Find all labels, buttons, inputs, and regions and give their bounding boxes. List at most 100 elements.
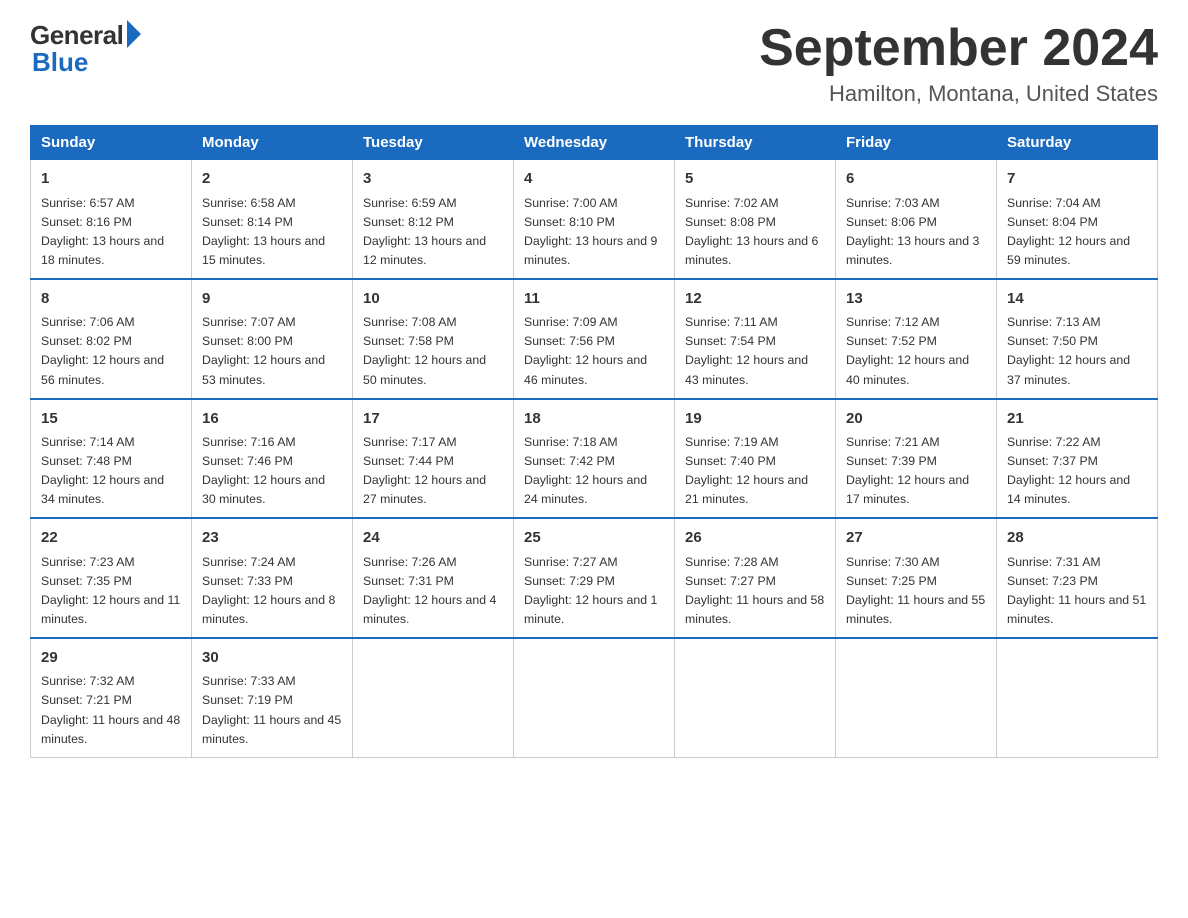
day-number: 10 bbox=[363, 288, 503, 311]
day-number: 6 bbox=[846, 168, 986, 191]
day-cell: 26 Sunrise: 7:28 AMSunset: 7:27 PMDaylig… bbox=[675, 518, 836, 638]
day-number: 17 bbox=[363, 408, 503, 431]
day-info: Sunrise: 7:08 AMSunset: 7:58 PMDaylight:… bbox=[363, 315, 486, 386]
day-info: Sunrise: 6:57 AMSunset: 8:16 PMDaylight:… bbox=[41, 196, 164, 267]
day-cell: 13 Sunrise: 7:12 AMSunset: 7:52 PMDaylig… bbox=[836, 279, 997, 399]
header-thursday: Thursday bbox=[675, 126, 836, 160]
day-cell: 3 Sunrise: 6:59 AMSunset: 8:12 PMDayligh… bbox=[353, 160, 514, 279]
day-number: 4 bbox=[524, 168, 664, 191]
day-cell: 12 Sunrise: 7:11 AMSunset: 7:54 PMDaylig… bbox=[675, 279, 836, 399]
day-cell: 2 Sunrise: 6:58 AMSunset: 8:14 PMDayligh… bbox=[192, 160, 353, 279]
day-number: 14 bbox=[1007, 288, 1147, 311]
day-info: Sunrise: 7:23 AMSunset: 7:35 PMDaylight:… bbox=[41, 555, 180, 626]
day-cell: 30 Sunrise: 7:33 AMSunset: 7:19 PMDaylig… bbox=[192, 638, 353, 757]
day-info: Sunrise: 7:21 AMSunset: 7:39 PMDaylight:… bbox=[846, 435, 969, 506]
day-number: 3 bbox=[363, 168, 503, 191]
day-cell: 9 Sunrise: 7:07 AMSunset: 8:00 PMDayligh… bbox=[192, 279, 353, 399]
day-cell: 7 Sunrise: 7:04 AMSunset: 8:04 PMDayligh… bbox=[997, 160, 1158, 279]
header-saturday: Saturday bbox=[997, 126, 1158, 160]
day-cell bbox=[675, 638, 836, 757]
day-number: 19 bbox=[685, 408, 825, 431]
day-info: Sunrise: 7:19 AMSunset: 7:40 PMDaylight:… bbox=[685, 435, 808, 506]
day-info: Sunrise: 7:30 AMSunset: 7:25 PMDaylight:… bbox=[846, 555, 985, 626]
day-number: 18 bbox=[524, 408, 664, 431]
day-number: 22 bbox=[41, 527, 181, 550]
day-info: Sunrise: 7:24 AMSunset: 7:33 PMDaylight:… bbox=[202, 555, 335, 626]
day-number: 7 bbox=[1007, 168, 1147, 191]
header-tuesday: Tuesday bbox=[353, 126, 514, 160]
day-number: 15 bbox=[41, 408, 181, 431]
day-info: Sunrise: 7:22 AMSunset: 7:37 PMDaylight:… bbox=[1007, 435, 1130, 506]
day-cell: 23 Sunrise: 7:24 AMSunset: 7:33 PMDaylig… bbox=[192, 518, 353, 638]
day-number: 25 bbox=[524, 527, 664, 550]
day-number: 16 bbox=[202, 408, 342, 431]
day-info: Sunrise: 7:04 AMSunset: 8:04 PMDaylight:… bbox=[1007, 196, 1130, 267]
day-number: 29 bbox=[41, 647, 181, 670]
day-number: 12 bbox=[685, 288, 825, 311]
calendar-table: SundayMondayTuesdayWednesdayThursdayFrid… bbox=[30, 125, 1158, 757]
day-cell: 25 Sunrise: 7:27 AMSunset: 7:29 PMDaylig… bbox=[514, 518, 675, 638]
day-info: Sunrise: 7:03 AMSunset: 8:06 PMDaylight:… bbox=[846, 196, 979, 267]
day-cell: 17 Sunrise: 7:17 AMSunset: 7:44 PMDaylig… bbox=[353, 399, 514, 519]
header-row: SundayMondayTuesdayWednesdayThursdayFrid… bbox=[31, 126, 1158, 160]
header-monday: Monday bbox=[192, 126, 353, 160]
day-cell: 22 Sunrise: 7:23 AMSunset: 7:35 PMDaylig… bbox=[31, 518, 192, 638]
day-cell: 28 Sunrise: 7:31 AMSunset: 7:23 PMDaylig… bbox=[997, 518, 1158, 638]
day-cell: 15 Sunrise: 7:14 AMSunset: 7:48 PMDaylig… bbox=[31, 399, 192, 519]
day-info: Sunrise: 7:26 AMSunset: 7:31 PMDaylight:… bbox=[363, 555, 496, 626]
day-cell: 27 Sunrise: 7:30 AMSunset: 7:25 PMDaylig… bbox=[836, 518, 997, 638]
title-area: September 2024 Hamilton, Montana, United… bbox=[759, 20, 1158, 107]
day-number: 26 bbox=[685, 527, 825, 550]
calendar-header: SundayMondayTuesdayWednesdayThursdayFrid… bbox=[31, 126, 1158, 160]
day-number: 8 bbox=[41, 288, 181, 311]
calendar-subtitle: Hamilton, Montana, United States bbox=[759, 81, 1158, 107]
day-number: 27 bbox=[846, 527, 986, 550]
day-info: Sunrise: 7:28 AMSunset: 7:27 PMDaylight:… bbox=[685, 555, 824, 626]
day-cell bbox=[353, 638, 514, 757]
day-info: Sunrise: 7:31 AMSunset: 7:23 PMDaylight:… bbox=[1007, 555, 1146, 626]
header-sunday: Sunday bbox=[31, 126, 192, 160]
day-number: 9 bbox=[202, 288, 342, 311]
week-row-3: 15 Sunrise: 7:14 AMSunset: 7:48 PMDaylig… bbox=[31, 399, 1158, 519]
header-friday: Friday bbox=[836, 126, 997, 160]
day-info: Sunrise: 7:27 AMSunset: 7:29 PMDaylight:… bbox=[524, 555, 657, 626]
day-info: Sunrise: 7:18 AMSunset: 7:42 PMDaylight:… bbox=[524, 435, 647, 506]
day-number: 13 bbox=[846, 288, 986, 311]
day-info: Sunrise: 7:17 AMSunset: 7:44 PMDaylight:… bbox=[363, 435, 486, 506]
day-cell: 18 Sunrise: 7:18 AMSunset: 7:42 PMDaylig… bbox=[514, 399, 675, 519]
logo-blue-text: Blue bbox=[32, 47, 88, 78]
day-cell bbox=[997, 638, 1158, 757]
day-number: 30 bbox=[202, 647, 342, 670]
day-number: 28 bbox=[1007, 527, 1147, 550]
day-info: Sunrise: 7:06 AMSunset: 8:02 PMDaylight:… bbox=[41, 315, 164, 386]
day-cell: 16 Sunrise: 7:16 AMSunset: 7:46 PMDaylig… bbox=[192, 399, 353, 519]
day-cell: 4 Sunrise: 7:00 AMSunset: 8:10 PMDayligh… bbox=[514, 160, 675, 279]
day-info: Sunrise: 7:14 AMSunset: 7:48 PMDaylight:… bbox=[41, 435, 164, 506]
day-info: Sunrise: 7:07 AMSunset: 8:00 PMDaylight:… bbox=[202, 315, 325, 386]
week-row-5: 29 Sunrise: 7:32 AMSunset: 7:21 PMDaylig… bbox=[31, 638, 1158, 757]
day-cell: 19 Sunrise: 7:19 AMSunset: 7:40 PMDaylig… bbox=[675, 399, 836, 519]
day-number: 2 bbox=[202, 168, 342, 191]
day-number: 5 bbox=[685, 168, 825, 191]
day-cell: 20 Sunrise: 7:21 AMSunset: 7:39 PMDaylig… bbox=[836, 399, 997, 519]
header-wednesday: Wednesday bbox=[514, 126, 675, 160]
calendar-body: 1 Sunrise: 6:57 AMSunset: 8:16 PMDayligh… bbox=[31, 160, 1158, 757]
week-row-4: 22 Sunrise: 7:23 AMSunset: 7:35 PMDaylig… bbox=[31, 518, 1158, 638]
day-cell: 10 Sunrise: 7:08 AMSunset: 7:58 PMDaylig… bbox=[353, 279, 514, 399]
day-cell: 6 Sunrise: 7:03 AMSunset: 8:06 PMDayligh… bbox=[836, 160, 997, 279]
day-info: Sunrise: 7:02 AMSunset: 8:08 PMDaylight:… bbox=[685, 196, 818, 267]
day-number: 23 bbox=[202, 527, 342, 550]
day-info: Sunrise: 7:11 AMSunset: 7:54 PMDaylight:… bbox=[685, 315, 808, 386]
day-number: 11 bbox=[524, 288, 664, 311]
logo: General Blue bbox=[30, 20, 141, 78]
day-info: Sunrise: 6:58 AMSunset: 8:14 PMDaylight:… bbox=[202, 196, 325, 267]
day-cell: 8 Sunrise: 7:06 AMSunset: 8:02 PMDayligh… bbox=[31, 279, 192, 399]
day-info: Sunrise: 7:13 AMSunset: 7:50 PMDaylight:… bbox=[1007, 315, 1130, 386]
day-number: 1 bbox=[41, 168, 181, 191]
logo-triangle-icon bbox=[127, 20, 141, 48]
day-cell: 5 Sunrise: 7:02 AMSunset: 8:08 PMDayligh… bbox=[675, 160, 836, 279]
day-cell bbox=[514, 638, 675, 757]
day-cell: 21 Sunrise: 7:22 AMSunset: 7:37 PMDaylig… bbox=[997, 399, 1158, 519]
calendar-title: September 2024 bbox=[759, 20, 1158, 77]
day-number: 21 bbox=[1007, 408, 1147, 431]
